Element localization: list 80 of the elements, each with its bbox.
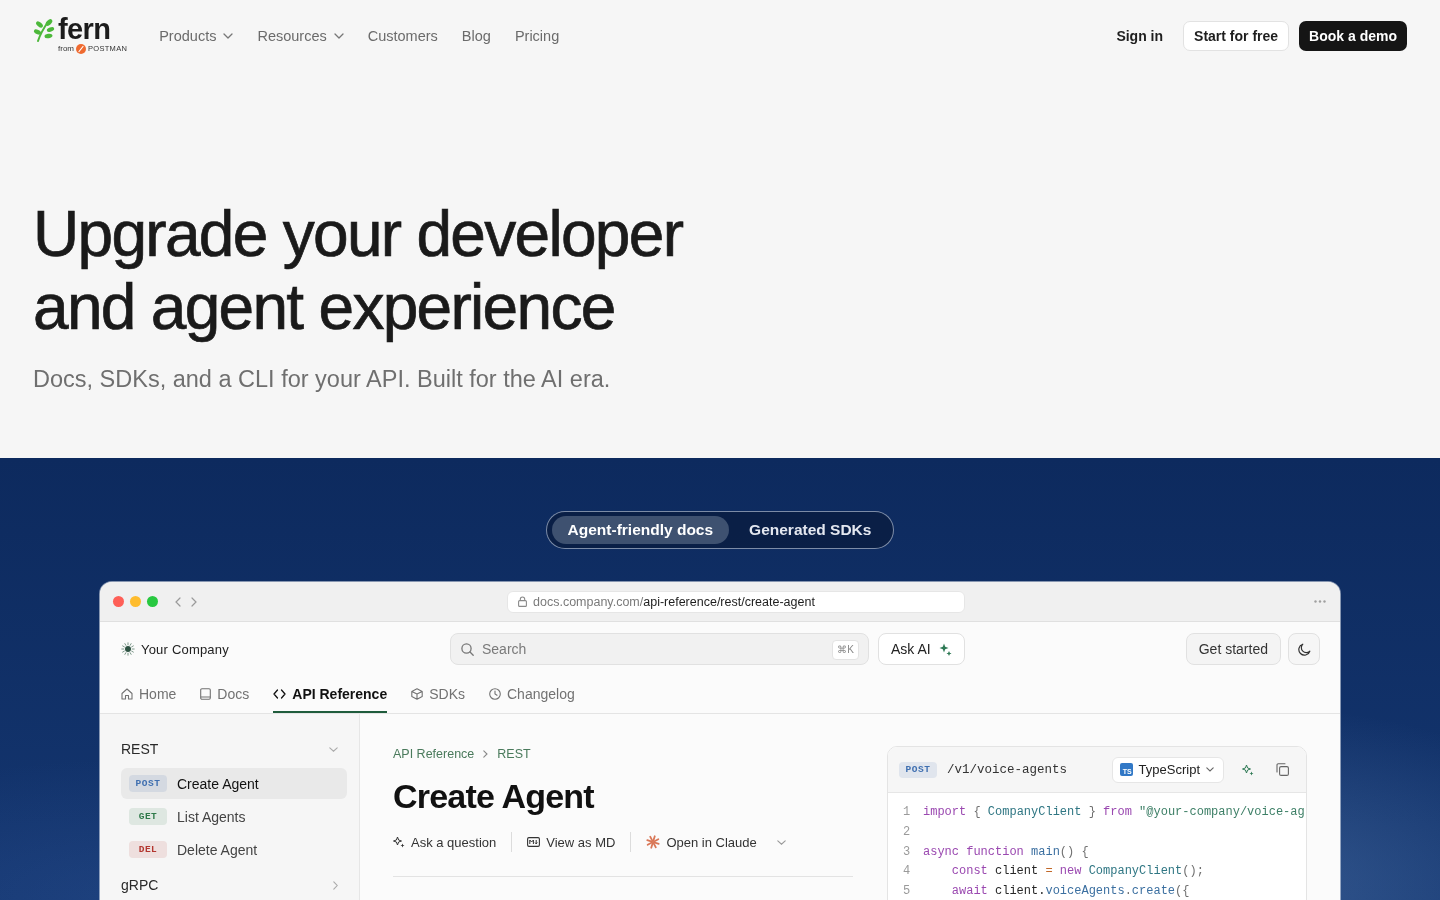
theme-toggle-button[interactable] [1288,633,1320,665]
circle-logo-icon [76,43,86,54]
chevron-down-icon [1206,767,1214,772]
ask-ai-button[interactable]: Ask AI [878,633,965,665]
book-icon [200,688,212,700]
markdown-icon [527,837,541,847]
sparkles-icon [938,642,952,656]
home-icon [121,688,133,700]
page-action-button[interactable]: Open in Claude [630,832,786,852]
chevron-left-icon[interactable] [175,596,181,607]
sunburst-logo-icon [121,642,135,656]
copy-icon[interactable] [1276,763,1289,776]
nav-tab[interactable]: SDKs [411,676,465,713]
chevron-right-icon[interactable] [191,596,197,607]
breadcrumb-link[interactable]: API Reference [393,747,475,761]
header-button[interactable]: Start for free [1183,21,1290,51]
chevron-down-icon [223,33,234,39]
cube-icon [411,688,424,700]
method-badge: POST [129,775,167,792]
get-started-button[interactable]: Get started [1185,633,1281,665]
sidebar-item[interactable]: DEL Delete Agent [121,834,347,865]
window-close-icon[interactable] [113,596,124,607]
line-number: 1 [903,804,911,821]
starburst-icon [646,835,661,849]
logo-wordmark[interactable]: fern [58,16,111,42]
line-number: 2 [903,823,911,841]
page-action-button[interactable]: View as MD [511,832,616,852]
nav-link[interactable]: Blog [461,28,491,44]
window-zoom-icon[interactable] [147,596,158,607]
page-title: Create Agent [393,776,596,816]
hero-heading: Upgrade your developer and agent experience [33,198,684,344]
address-bar[interactable]: docs.company.com/api-reference/rest/create-agent [507,590,965,613]
code-line: await client.voiceAgents.create({ [950,883,1190,900]
url-text: docs.company.com/api-reference/rest/create-agent [533,594,815,609]
page-action-button[interactable]: Ask a question [393,832,497,852]
line-number: 3 [903,843,911,861]
hero-subtitle: Docs, SDKs, and a CLI for your API. Built for the AI era. [33,365,611,394]
sparkles-icon[interactable] [1242,763,1254,776]
line-number: 5 [903,883,911,900]
window-minimize-icon[interactable] [130,596,141,607]
more-icon[interactable] [1314,600,1326,603]
search-icon [461,643,474,656]
nav-link[interactable]: Products [159,28,234,44]
chevron-down-icon [776,839,786,845]
lock-icon [518,596,527,607]
code-line: async function main() { [923,843,1089,861]
code-icon [273,689,287,699]
nav-link[interactable]: Customers [367,28,438,44]
chevron-down-icon[interactable] [329,746,338,752]
leaf-logo-icon[interactable] [33,17,55,42]
toggle-option[interactable]: Agent-friendly docs [551,516,730,544]
method-badge: POST [899,761,937,778]
section-heading[interactable]: gRPC [121,877,159,893]
endpoint-path: /v1/voice-agents [947,762,1068,777]
chevron-right-icon [483,750,489,758]
sparkles-icon [393,836,405,848]
header-button[interactable]: Book a demo [1299,21,1407,51]
code-line: import { CompanyClient } from "@your-company/voice-ag [923,804,1305,821]
method-badge: DEL [129,841,167,858]
method-badge: GET [129,808,167,825]
code-line: const client = new CompanyClient(); [950,863,1204,881]
sidebar-item[interactable]: GET List Agents [121,801,347,832]
company-name[interactable]: Your Company [141,641,229,657]
shortcut-key: ⌘K [832,640,859,660]
moon-icon [1297,642,1311,656]
clock-icon [489,688,501,700]
sign-in-link[interactable]: Sign in [1116,21,1164,51]
logo-byline: from [58,43,74,54]
nav-tab[interactable]: Docs [200,676,250,713]
nav-link[interactable]: Resources [257,28,344,44]
nav-tab[interactable]: Home [121,676,177,713]
sidebar-item[interactable]: POST Create Agent [121,768,347,799]
chevron-down-icon [333,33,344,39]
section-heading[interactable]: REST [121,741,159,757]
line-number: 4 [903,863,911,881]
toggle-option[interactable]: Generated SDKs [733,516,888,544]
breadcrumb-link[interactable]: REST [497,747,531,761]
nav-link[interactable]: Pricing [514,28,560,44]
nav-tab[interactable]: Changelog [489,676,575,713]
chevron-right-icon[interactable] [333,880,338,890]
